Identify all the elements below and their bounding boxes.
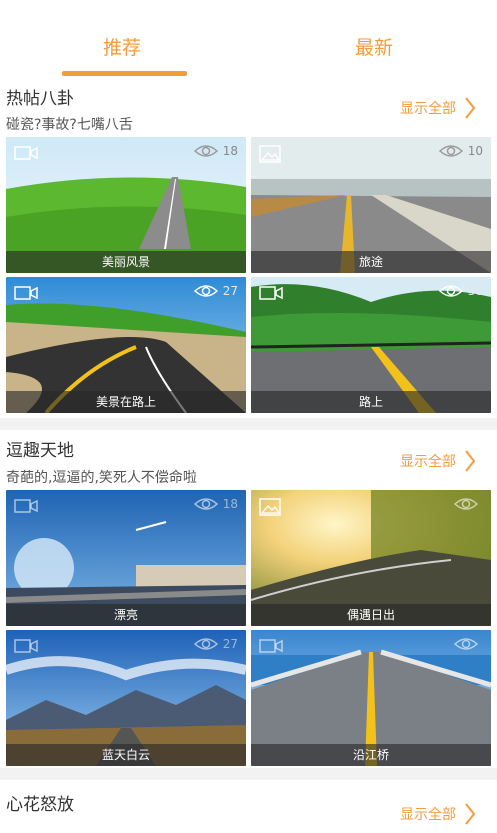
eye-icon — [193, 498, 218, 510]
card-caption: 偶遇日出 — [251, 604, 491, 626]
post-card[interactable]: 10 旅途 — [251, 137, 491, 273]
view-count: 27 — [193, 636, 238, 652]
view-count-value: 18 — [222, 144, 238, 158]
eye-icon — [193, 285, 218, 297]
card-caption: 蓝天白云 — [6, 744, 246, 766]
eye-icon — [193, 638, 218, 650]
eye-icon — [454, 498, 478, 510]
post-card[interactable]: 18 漂亮 — [6, 490, 246, 626]
view-count: 18 — [193, 496, 238, 512]
view-count-value: 18 — [222, 497, 238, 511]
video-icon — [14, 639, 38, 653]
post-card[interactable]: 50 路上 — [251, 277, 491, 413]
chevron-right-icon — [465, 97, 476, 119]
tab-bar: 推荐 最新 — [0, 0, 497, 80]
card-caption: 沿江桥 — [251, 744, 491, 766]
view-count: 50 — [438, 283, 483, 299]
video-icon — [14, 146, 38, 160]
chevron-right-icon — [465, 803, 476, 825]
view-count: 18 — [193, 143, 238, 159]
show-all-label: 显示全部 — [400, 807, 456, 823]
image-icon — [259, 498, 281, 516]
card-caption: 路上 — [251, 391, 491, 413]
tab-recommended[interactable]: 推荐 — [103, 33, 141, 60]
video-icon — [14, 286, 38, 300]
eye-icon — [193, 145, 218, 157]
section-hot-gossip: 热帖八卦 碰瓷?事故?七嘴八舌 显示全部 18 美丽风景 10 旅途 27 美景… — [0, 80, 497, 418]
view-count: 27 — [193, 283, 238, 299]
chevron-right-icon — [465, 450, 476, 472]
section-subtitle: 碰瓷?事故?七嘴八舌 — [6, 117, 133, 133]
card-caption: 美景在路上 — [6, 391, 246, 413]
section-title: 逗趣天地 — [6, 441, 74, 461]
view-count-value: 10 — [467, 144, 483, 158]
post-card[interactable]: 27 美景在路上 — [6, 277, 246, 413]
view-count — [454, 636, 483, 652]
section-funny: 逗趣天地 奇葩的,逗逼的,笑死人不偿命啦 显示全部 18 漂亮 偶遇日出 27 … — [0, 430, 497, 768]
image-icon — [259, 145, 281, 163]
post-card[interactable]: 18 美丽风景 — [6, 137, 246, 273]
view-count-value: 50 — [467, 284, 483, 298]
active-tab-indicator — [62, 71, 187, 76]
post-card[interactable]: 沿江桥 — [251, 630, 491, 766]
card-caption: 漂亮 — [6, 604, 246, 626]
show-all-button[interactable]: 显示全部 — [400, 96, 476, 120]
view-count: 10 — [438, 143, 483, 159]
section-subtitle: 奇葩的,逗逼的,笑死人不偿命啦 — [6, 470, 197, 486]
section-title: 热帖八卦 — [6, 89, 74, 109]
show-all-label: 显示全部 — [400, 454, 456, 470]
show-all-button[interactable]: 显示全部 — [400, 802, 476, 826]
section-blossom: 心花怒放 显示全部 — [0, 780, 497, 833]
eye-icon — [454, 638, 478, 650]
section-divider — [0, 768, 497, 780]
video-icon — [14, 499, 38, 513]
show-all-label: 显示全部 — [400, 101, 456, 117]
view-count — [454, 496, 483, 512]
view-count-value: 27 — [222, 637, 238, 651]
eye-icon — [438, 285, 463, 297]
eye-icon — [438, 145, 463, 157]
post-card[interactable]: 偶遇日出 — [251, 490, 491, 626]
video-icon — [259, 639, 283, 653]
view-count-value: 27 — [222, 284, 238, 298]
video-icon — [259, 286, 283, 300]
post-card[interactable]: 27 蓝天白云 — [6, 630, 246, 766]
card-caption: 美丽风景 — [6, 251, 246, 273]
show-all-button[interactable]: 显示全部 — [400, 449, 476, 473]
section-title: 心花怒放 — [6, 795, 74, 815]
tab-latest[interactable]: 最新 — [355, 33, 393, 60]
section-divider — [0, 418, 497, 430]
card-caption: 旅途 — [251, 251, 491, 273]
